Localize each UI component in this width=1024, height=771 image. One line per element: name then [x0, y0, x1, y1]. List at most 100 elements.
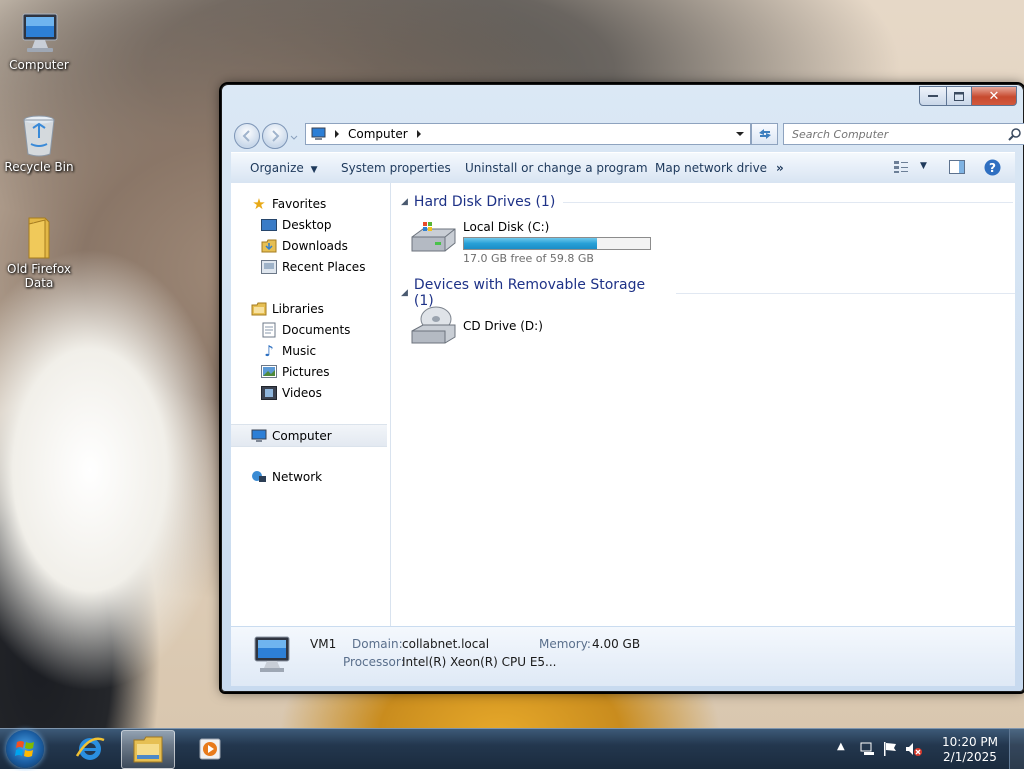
- computer-name: VM1: [310, 637, 337, 651]
- search-box[interactable]: [783, 123, 1024, 145]
- restore-icon: [954, 91, 964, 101]
- taskbar: ▲ 10:20 PM 2/1/2025: [0, 728, 1024, 769]
- local-disk-free-space: 17.0 GB free of 59.8 GB: [463, 252, 594, 265]
- minimize-icon: [928, 95, 938, 97]
- processor-label: Processor:: [343, 655, 405, 669]
- clock-date: 2/1/2025: [943, 750, 997, 764]
- cd-drive-icon: [409, 305, 459, 347]
- more-commands-button[interactable]: »: [776, 161, 784, 175]
- group-divider: [676, 292, 1015, 294]
- details-pane: VM1 Domain: collabnet.local Memory: 4.00…: [231, 627, 1015, 686]
- group-header-hard-disk-drives[interactable]: ◢ Hard Disk Drives (1): [401, 194, 1014, 210]
- volume-muted-icon[interactable]: [905, 741, 923, 760]
- group-divider: [563, 201, 1014, 203]
- explorer-window: ✕ Computer Search Computer Organize ▼ Sy…: [221, 84, 1024, 692]
- forward-button[interactable]: [262, 123, 288, 149]
- organize-label: Organize: [250, 161, 304, 175]
- documents-icon: [261, 322, 277, 338]
- restore-button[interactable]: [947, 86, 972, 106]
- music-icon: ♪: [264, 341, 274, 360]
- taskbar-internet-explorer[interactable]: [64, 730, 116, 767]
- desktop-icon-label: Computer: [9, 58, 69, 72]
- close-button[interactable]: ✕: [972, 86, 1017, 106]
- chevron-down-icon: [290, 135, 298, 140]
- desktop-icon-recycle-bin[interactable]: Recycle Bin: [2, 112, 76, 174]
- show-hidden-icons-button[interactable]: ▲: [837, 741, 845, 752]
- system-properties-button[interactable]: System properties: [341, 161, 451, 175]
- uninstall-program-button[interactable]: Uninstall or change a program: [465, 161, 648, 175]
- minimize-button[interactable]: [919, 86, 947, 106]
- desktop-icon-old-firefox-data[interactable]: Old Firefox Data: [2, 214, 76, 290]
- action-center-flag-icon[interactable]: [882, 741, 898, 760]
- network-tray-icon[interactable]: [859, 741, 875, 760]
- show-desktop-button[interactable]: [1009, 729, 1024, 769]
- breadcrumb-computer[interactable]: Computer: [348, 127, 408, 141]
- recent-places-icon: [261, 259, 277, 275]
- content-area: ★ Favorites Desktop Downloads Recent Pla…: [231, 183, 1015, 626]
- local-disk-c-label[interactable]: Local Disk (C:): [463, 220, 549, 234]
- hard-disk-icon: [409, 219, 459, 255]
- videos-icon: [261, 385, 277, 401]
- desktop-icon-computer[interactable]: Computer: [2, 10, 76, 72]
- close-icon: ✕: [988, 88, 1000, 104]
- desktop-icon-label: Recycle Bin: [4, 160, 74, 174]
- clock-time: 10:20 PM: [942, 735, 998, 749]
- nav-item-network[interactable]: Network: [231, 466, 410, 487]
- processor-value: Intel(R) Xeon(R) CPU E5...: [402, 655, 557, 669]
- collapse-triangle-icon[interactable]: ◢: [401, 288, 408, 298]
- windows-logo-icon: [15, 741, 34, 757]
- group-header-removable-storage[interactable]: ◢ Devices with Removable Storage (1): [401, 277, 1015, 309]
- window-controls: ✕: [919, 86, 1017, 106]
- media-player-icon: [199, 738, 221, 760]
- computer-icon: [15, 10, 63, 56]
- search-icon[interactable]: [1008, 127, 1022, 141]
- navigation-pane: ★ Favorites Desktop Downloads Recent Pla…: [231, 183, 391, 626]
- nav-item-libraries[interactable]: Libraries: [231, 298, 410, 319]
- preview-pane-button[interactable]: [949, 160, 965, 177]
- domain-value: collabnet.local: [402, 637, 490, 651]
- back-arrow-icon: [242, 130, 250, 142]
- desktop-icon: [261, 217, 277, 233]
- system-clock[interactable]: 10:20 PM 2/1/2025: [942, 735, 998, 765]
- cd-drive-d-label[interactable]: CD Drive (D:): [463, 319, 543, 333]
- recent-pages-dropdown[interactable]: [290, 131, 298, 140]
- organize-menu[interactable]: Organize ▼: [250, 161, 318, 175]
- view-dropdown-icon[interactable]: ▼: [920, 161, 927, 171]
- disk-usage-bar: [463, 237, 651, 250]
- chevron-down-icon: ▼: [310, 165, 318, 175]
- forward-arrow-icon: [272, 130, 280, 142]
- address-dropdown-icon[interactable]: [735, 130, 745, 138]
- desktop-icon-label: Old Firefox Data: [7, 262, 71, 290]
- taskbar-media-player[interactable]: [186, 730, 238, 767]
- start-button[interactable]: [6, 730, 44, 768]
- memory-label: Memory:: [539, 637, 591, 651]
- pictures-icon: [261, 364, 277, 380]
- svg-text:?: ?: [989, 161, 996, 175]
- map-network-drive-button[interactable]: Map network drive: [655, 161, 767, 175]
- refresh-button[interactable]: [751, 123, 778, 145]
- preview-pane-icon: [949, 160, 965, 174]
- nav-item-favorites[interactable]: ★ Favorites: [231, 193, 410, 214]
- nav-item-computer[interactable]: Computer: [231, 424, 387, 447]
- domain-label: Domain:: [352, 637, 403, 651]
- internet-explorer-icon: [75, 737, 105, 760]
- search-input[interactable]: [790, 126, 1008, 142]
- file-list-pane: ◢ Hard Disk Drives (1) Local Disk (C:) 1…: [391, 183, 1015, 626]
- computer-icon: [249, 635, 295, 678]
- help-icon: ?: [984, 159, 1001, 176]
- navigation-bar: Computer: [232, 121, 1024, 149]
- back-button[interactable]: [234, 123, 260, 149]
- taskbar-windows-explorer[interactable]: [121, 730, 175, 769]
- network-icon: [251, 469, 267, 485]
- collapse-triangle-icon[interactable]: ◢: [401, 197, 408, 207]
- change-view-button[interactable]: [893, 160, 909, 177]
- breadcrumb-arrow-icon: [335, 130, 339, 138]
- command-bar: Organize ▼ System properties Uninstall o…: [231, 152, 1015, 184]
- address-bar[interactable]: Computer: [305, 123, 751, 145]
- recycle-bin-icon: [15, 112, 63, 158]
- view-options-icon: [894, 161, 908, 173]
- computer-icon: [311, 127, 326, 140]
- breadcrumb-arrow-icon[interactable]: [414, 129, 424, 139]
- help-button[interactable]: ?: [984, 159, 1001, 179]
- libraries-icon: [251, 301, 267, 317]
